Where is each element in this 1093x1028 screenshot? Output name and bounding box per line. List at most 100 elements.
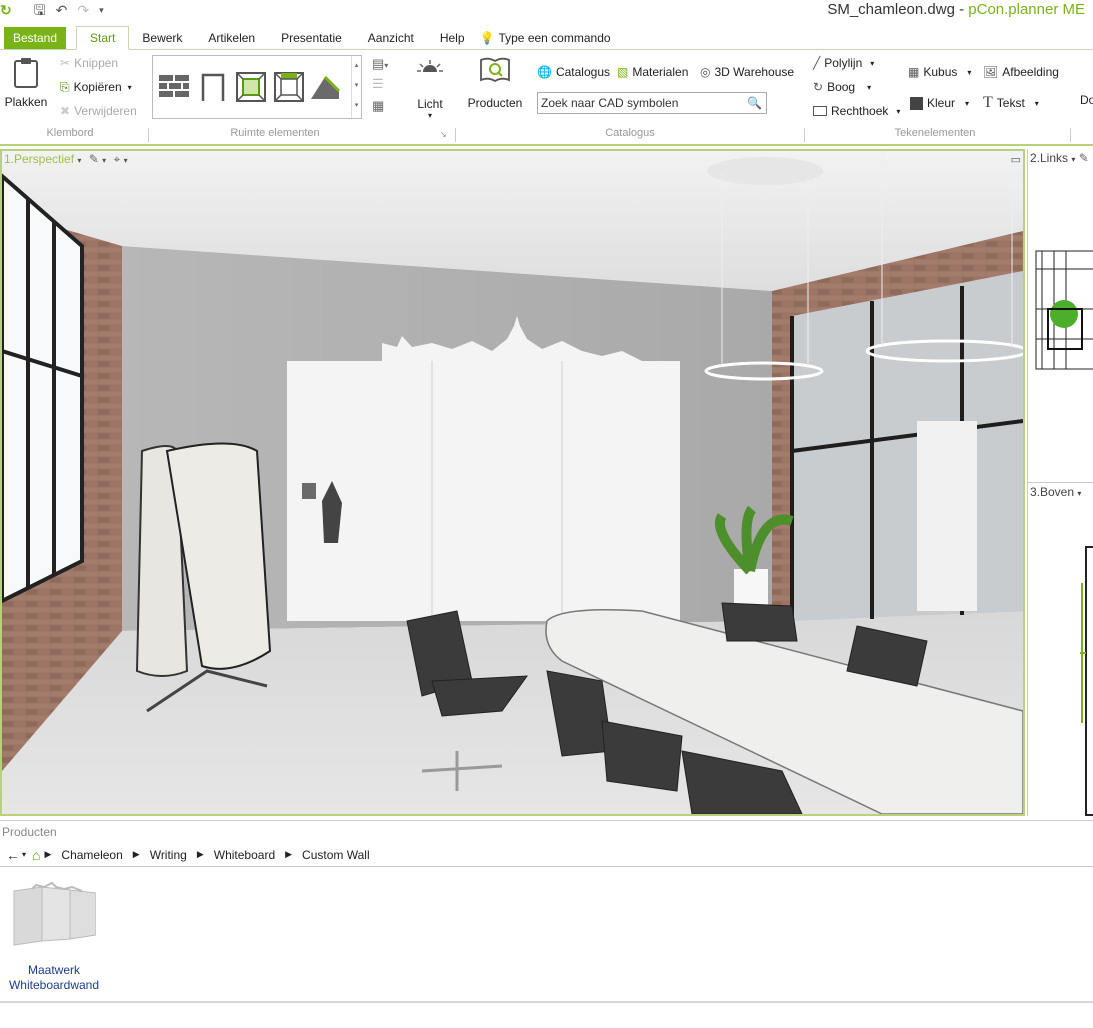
quick-access-toolbar: ↻ 🖫 ↶ ↷ ▾ bbox=[0, 0, 104, 20]
cad-search-input[interactable]: Zoek naar CAD symbolen 🔍 bbox=[537, 92, 767, 114]
chevron-down-icon: ▾ bbox=[1034, 98, 1039, 108]
products-book-icon bbox=[480, 57, 510, 83]
home-icon[interactable]: ⌂ bbox=[32, 847, 40, 863]
app-logo-icon[interactable]: ↻ bbox=[0, 1, 12, 19]
materials-label: Materialen bbox=[632, 65, 689, 79]
color-button[interactable]: Kleur ▾ bbox=[910, 93, 969, 113]
arc-button[interactable]: ↻ Boog ▾ bbox=[813, 77, 871, 97]
text-button[interactable]: T Tekst ▾ bbox=[983, 93, 1039, 113]
breadcrumb-item-chameleon[interactable]: Chameleon bbox=[61, 848, 122, 862]
target-icon[interactable]: ⌖ bbox=[114, 152, 121, 166]
stack-icon[interactable]: ☰ bbox=[372, 76, 402, 98]
catalogus-button[interactable]: 🌐 Catalogus bbox=[537, 62, 610, 82]
breadcrumb-arrow-icon: ▶ bbox=[196, 849, 204, 859]
tab-bestand[interactable]: Bestand bbox=[4, 27, 67, 49]
chevron-down-icon[interactable]: ▾ bbox=[22, 850, 26, 859]
tab-bewerk[interactable]: Bewerk bbox=[129, 27, 195, 49]
image-label: Afbeelding bbox=[1002, 65, 1059, 79]
dialog-launcher-icon[interactable]: ↘ bbox=[440, 130, 447, 139]
group-label-clipboard: Klembord bbox=[46, 127, 94, 139]
back-arrow-icon[interactable]: ← bbox=[6, 847, 20, 863]
products-panel-title: Producten bbox=[2, 825, 57, 839]
chevron-down-icon: ▾ bbox=[867, 82, 872, 92]
products-button[interactable]: Producten bbox=[465, 56, 525, 110]
command-search[interactable]: 💡 Type een commando bbox=[478, 27, 624, 49]
copy-button[interactable]: ⎘ Kopiëren ▾ bbox=[60, 77, 132, 97]
pen-icon[interactable]: ✎ bbox=[1079, 151, 1089, 165]
breadcrumb-item-whiteboard[interactable]: Whiteboard bbox=[214, 848, 275, 862]
materials-button[interactable]: ▧ Materialen bbox=[617, 62, 688, 82]
image-icon: 🖼 bbox=[983, 65, 999, 79]
window-frame-icon[interactable] bbox=[235, 71, 267, 103]
left-windows bbox=[2, 173, 84, 604]
text-icon: T bbox=[983, 94, 993, 111]
tab-start[interactable]: Start bbox=[76, 26, 130, 50]
whiteboard-wall bbox=[287, 316, 680, 621]
polyline-button[interactable]: ╱ Polylijn ▾ bbox=[813, 53, 874, 73]
tab-artikelen[interactable]: Artikelen bbox=[195, 27, 268, 49]
cut-button[interactable]: ✂ Knippen bbox=[60, 53, 118, 73]
wall-icon[interactable] bbox=[159, 71, 191, 103]
customize-dropdown-icon[interactable]: ▾ bbox=[99, 1, 104, 19]
clipboard-icon bbox=[14, 58, 38, 88]
product-item[interactable]: Maatwerk Whiteboardwand bbox=[4, 881, 104, 993]
gallery-scroll[interactable]: ▴ ▾ ▾ bbox=[351, 56, 361, 118]
breadcrumb-arrow-icon: ▶ bbox=[285, 849, 293, 859]
color-swatch-icon bbox=[910, 96, 923, 110]
window-title: SM_chamleon.dwg - pCon.planner ME bbox=[827, 1, 1085, 18]
viewport-label-top[interactable]: 3.Boven ▾ bbox=[1030, 485, 1081, 499]
scissors-icon: ✂ bbox=[60, 56, 71, 70]
copy-icon: ⎘ bbox=[60, 79, 70, 94]
rectangle-button[interactable]: Rechthoek ▾ bbox=[813, 101, 900, 121]
cube-button[interactable]: ▦ Kubus ▾ bbox=[908, 62, 971, 82]
light-button[interactable]: Licht ▾ bbox=[410, 58, 450, 120]
redo-icon[interactable]: ↷ bbox=[77, 1, 89, 19]
warehouse-label: 3D Warehouse bbox=[714, 65, 795, 79]
grid-view-icon[interactable]: ▦ bbox=[372, 98, 402, 118]
layout-icon[interactable]: ▤▾ bbox=[372, 56, 402, 76]
cut-label: Knippen bbox=[74, 56, 119, 70]
separator bbox=[1070, 128, 1071, 142]
chevron-down-icon: ▾ bbox=[896, 106, 901, 116]
warehouse-button[interactable]: ◎ 3D Warehouse bbox=[700, 62, 794, 82]
left-view-drawing bbox=[1035, 250, 1093, 370]
status-divider bbox=[0, 1001, 1093, 1003]
tab-presentatie[interactable]: Presentatie bbox=[268, 27, 355, 49]
overflow-button[interactable]: Do bbox=[1080, 90, 1093, 110]
ceiling-icon[interactable] bbox=[273, 71, 305, 103]
top-viewport[interactable]: 3.Boven ▾ bbox=[1027, 482, 1093, 816]
overflow-label: Do bbox=[1080, 93, 1093, 107]
paste-button[interactable]: Plakken bbox=[4, 56, 48, 109]
product-label: Maatwerk Whiteboardwand bbox=[4, 963, 104, 993]
door-icon[interactable] bbox=[197, 71, 229, 103]
roof-icon[interactable] bbox=[309, 71, 341, 103]
tab-help[interactable]: Help bbox=[427, 27, 478, 49]
viewport-label-perspective[interactable]: 1.Perspectief ▾ ✎ ▾ ⌖ ▾ bbox=[4, 152, 128, 167]
command-hint: Type een commando bbox=[498, 31, 611, 45]
breadcrumb-item-writing[interactable]: Writing bbox=[150, 848, 187, 862]
globe-icon: 🌐 bbox=[537, 65, 552, 79]
undo-icon[interactable]: ↶ bbox=[56, 1, 68, 19]
delete-button[interactable]: ✖ Verwijderen bbox=[60, 101, 137, 121]
breadcrumb-item-custom-wall[interactable]: Custom Wall bbox=[302, 848, 370, 862]
group-label-drawing: Tekenelementen bbox=[894, 127, 976, 139]
tab-aanzicht[interactable]: Aanzicht bbox=[355, 27, 427, 49]
product-label-line2: Whiteboardwand bbox=[8, 978, 100, 992]
left-viewport[interactable]: 2.Links ▾ ✎ bbox=[1027, 149, 1093, 482]
product-thumbnail bbox=[13, 881, 96, 946]
room-elements-gallery[interactable]: ▴ ▾ ▾ bbox=[152, 55, 362, 119]
search-icon[interactable]: 🔍 bbox=[747, 93, 762, 113]
pen-icon[interactable]: ✎ bbox=[89, 152, 99, 166]
breadcrumb-arrow-icon: ▶ bbox=[44, 849, 52, 859]
polyline-label: Polylijn bbox=[824, 56, 863, 70]
perspective-viewport[interactable]: 1.Perspectief ▾ ✎ ▾ ⌖ ▾ ▭ bbox=[0, 149, 1025, 816]
title-bar: ↻ 🖫 ↶ ↷ ▾ SM_chamleon.dwg - pCon.planner… bbox=[0, 0, 1093, 24]
warehouse-icon: ◎ bbox=[700, 65, 711, 79]
arc-icon: ↻ bbox=[813, 80, 824, 94]
ribbon-tabs: Bestand Start Bewerk Artikelen Presentat… bbox=[0, 26, 1093, 50]
materials-icon: ▧ bbox=[617, 65, 629, 79]
maximize-icon[interactable]: ▭ bbox=[1011, 153, 1021, 166]
image-button[interactable]: 🖼 Afbeelding bbox=[983, 62, 1059, 82]
viewport-label-left[interactable]: 2.Links ▾ ✎ bbox=[1030, 151, 1089, 165]
save-icon[interactable]: 🖫 bbox=[34, 1, 46, 19]
